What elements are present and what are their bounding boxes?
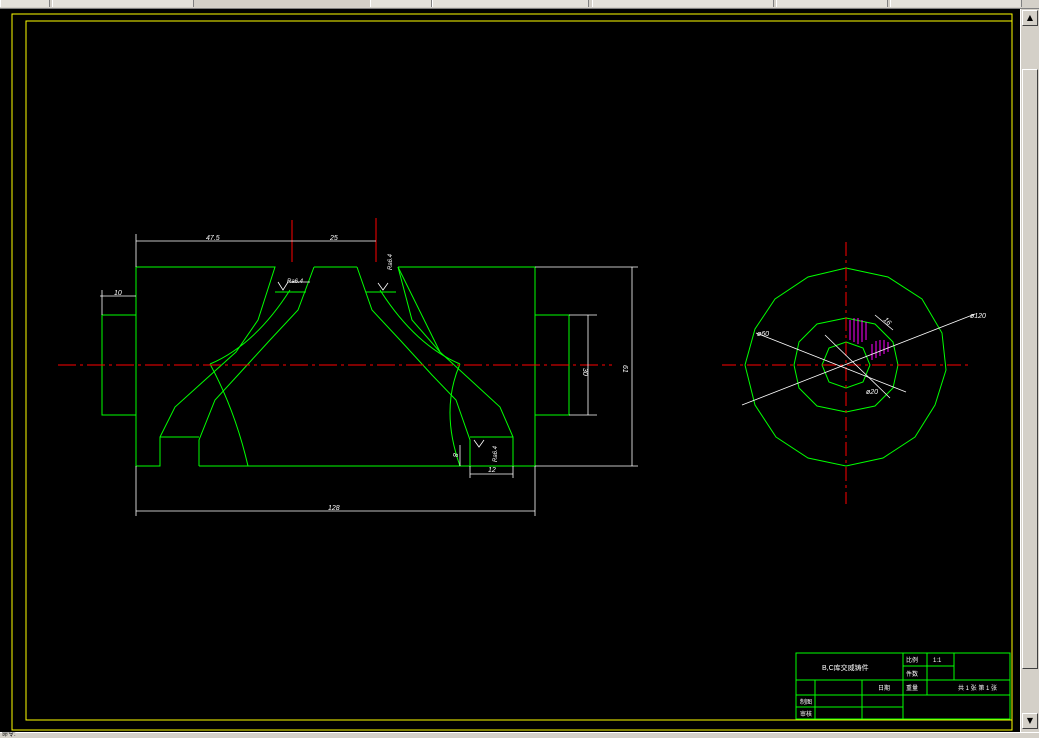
inner-frame bbox=[25, 20, 1013, 721]
roughness-label-1: Ra6.4 bbox=[287, 279, 304, 285]
curve-right-a bbox=[379, 289, 461, 365]
dim-phi-60: ø60 bbox=[757, 331, 769, 338]
dimensions-front bbox=[100, 234, 638, 516]
dim-16: 16 bbox=[882, 316, 893, 327]
drawing-canvas[interactable]: 47.5 25 10 30 61 8 12 128 Ra6.4 Ra6.4 Ra… bbox=[0, 9, 1020, 732]
dim-25: 25 bbox=[329, 235, 338, 242]
material-label: 件数 bbox=[906, 670, 918, 678]
ratio-label: 比例 bbox=[906, 656, 918, 664]
outer-frame bbox=[11, 13, 1013, 731]
toolbar-group-object-properties[interactable] bbox=[52, 0, 194, 7]
drawn-label: 制图 bbox=[800, 698, 812, 706]
scroll-down-button[interactable]: ▼ bbox=[1022, 713, 1038, 729]
diag-right bbox=[397, 266, 441, 353]
ratio-value: 1:1 bbox=[933, 658, 942, 664]
command-line[interactable]: 命令: bbox=[0, 732, 1039, 738]
scroll-thumb[interactable] bbox=[1022, 69, 1038, 669]
lineweight-dropdown[interactable] bbox=[890, 0, 1022, 7]
toolbar-group-layers[interactable] bbox=[370, 0, 432, 7]
body-outline-right bbox=[397, 266, 536, 467]
vertical-scrollbar[interactable]: ▲ ▼ bbox=[1020, 9, 1039, 732]
date-label: 日期 bbox=[878, 684, 890, 692]
dim-12: 12 bbox=[488, 467, 496, 474]
curve-left-b bbox=[209, 363, 249, 467]
toolbar bbox=[0, 0, 1039, 9]
linetype-dropdown[interactable] bbox=[776, 0, 888, 7]
hatch-regions bbox=[849, 318, 889, 360]
curve-right-b bbox=[449, 363, 461, 467]
dim-61: 61 bbox=[621, 365, 628, 373]
weight-label: 重量 bbox=[906, 684, 918, 692]
dim-phi-20: ø20 bbox=[866, 389, 878, 396]
checked-label: 审核 bbox=[800, 710, 812, 718]
roughness-label-2: Ra6.4 bbox=[388, 253, 394, 270]
color-dropdown[interactable] bbox=[592, 0, 774, 7]
body-outline-left bbox=[135, 266, 276, 467]
curve-left-a bbox=[209, 289, 291, 365]
dim-128: 128 bbox=[328, 505, 340, 512]
dim-phi-120: ø120 bbox=[970, 313, 986, 320]
part-name: B,C库交威铸件 bbox=[822, 663, 869, 672]
dim-47-5: 47.5 bbox=[206, 235, 220, 242]
command-prompt: 命令: bbox=[2, 732, 16, 738]
layer-dropdown[interactable] bbox=[432, 0, 589, 7]
dim-10: 10 bbox=[114, 290, 122, 297]
dim-30: 30 bbox=[581, 368, 588, 376]
toolbar-group-standard[interactable] bbox=[0, 0, 50, 7]
front-view bbox=[101, 266, 570, 467]
sheet-text: 共 1 张 第 1 张 bbox=[958, 684, 997, 692]
dim-8: 8 bbox=[451, 453, 458, 457]
scroll-up-button[interactable]: ▲ bbox=[1022, 10, 1038, 26]
roughness-label-3: Ra6.4 bbox=[493, 445, 499, 462]
inner-cone-right bbox=[356, 266, 471, 466]
inner-cone-left bbox=[198, 266, 315, 466]
